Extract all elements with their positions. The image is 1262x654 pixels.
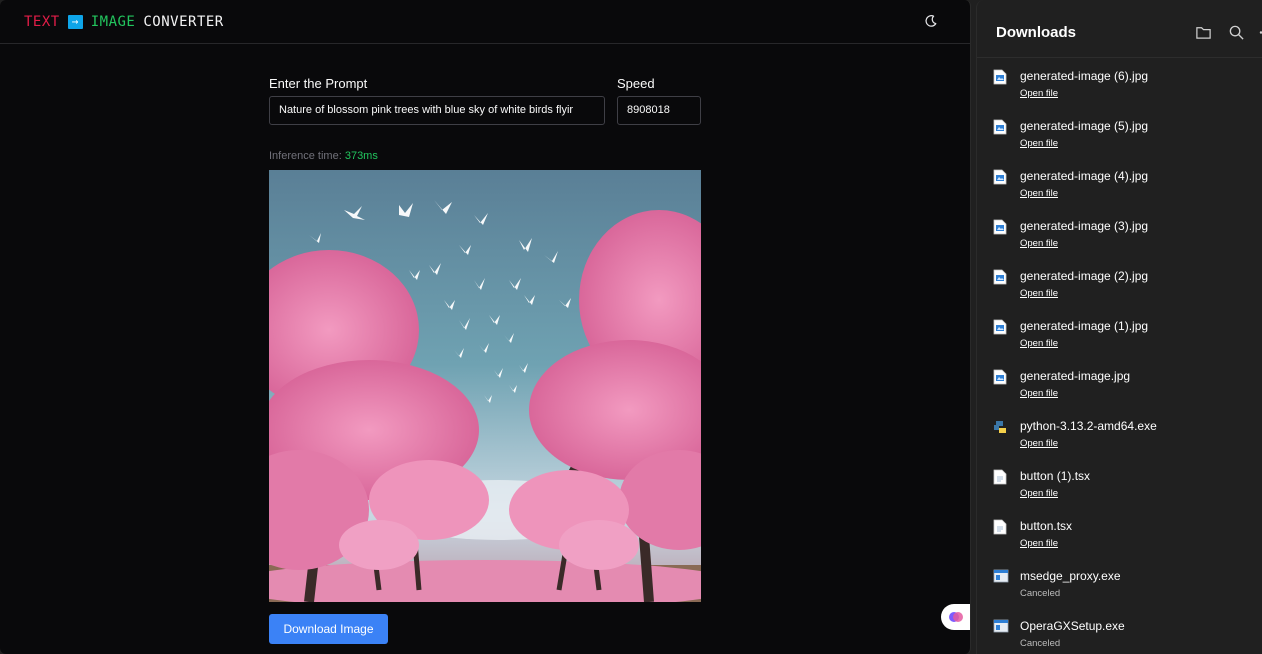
image-file-icon: [993, 269, 1007, 285]
download-item[interactable]: generated-image (1).jpg Open file: [977, 319, 1262, 369]
file-name: msedge_proxy.exe: [1020, 569, 1121, 583]
inference-time: Inference time: 373ms: [269, 150, 378, 162]
download-item[interactable]: generated-image (2).jpg Open file: [977, 269, 1262, 319]
download-item[interactable]: generated-image.jpg Open file: [977, 369, 1262, 419]
folder-icon[interactable]: [1195, 24, 1213, 42]
copilot-button[interactable]: [941, 604, 970, 630]
prompt-input[interactable]: Nature of blossom pink trees with blue s…: [269, 96, 605, 125]
document-file-icon: [993, 519, 1007, 535]
image-file-icon: [993, 119, 1007, 135]
converter-app: TEXT → IMAGE CONVERTER Enter the Prompt …: [0, 0, 971, 654]
open-file-link[interactable]: Open file: [1020, 538, 1058, 549]
moon-icon: [925, 15, 937, 27]
file-name: generated-image (6).jpg: [1020, 69, 1149, 83]
download-item[interactable]: generated-image (3).jpg Open file: [977, 219, 1262, 269]
python-icon: [993, 419, 1007, 435]
more-icon[interactable]: [1258, 24, 1262, 42]
open-file-link[interactable]: Open file: [1020, 338, 1058, 349]
download-item[interactable]: OperaGXSetup.exe Canceled: [977, 619, 1262, 654]
image-file-icon: [993, 319, 1007, 335]
downloads-header: Downloads: [977, 0, 1262, 58]
download-item[interactable]: generated-image (4).jpg Open file: [977, 169, 1262, 219]
download-item[interactable]: button (1).tsx Open file: [977, 469, 1262, 519]
download-item[interactable]: generated-image (6).jpg Open file: [977, 69, 1262, 119]
inference-value: 373ms: [344, 150, 378, 162]
open-file-link[interactable]: Open file: [1020, 238, 1058, 249]
executable-file-icon: [993, 619, 1009, 635]
download-item[interactable]: generated-image (5).jpg Open file: [977, 119, 1262, 169]
speed-label: Speed: [617, 76, 655, 91]
open-file-link[interactable]: Open file: [1020, 488, 1058, 499]
theme-toggle-button[interactable]: [924, 14, 940, 30]
open-file-link[interactable]: Open file: [1020, 438, 1058, 449]
logo-text-part: TEXT: [24, 13, 60, 30]
open-file-link[interactable]: Open file: [1020, 388, 1058, 399]
open-file-link[interactable]: Open file: [1020, 288, 1058, 299]
top-bar: TEXT → IMAGE CONVERTER: [0, 0, 970, 44]
download-item[interactable]: python-3.13.2-amd64.exe Open file: [977, 419, 1262, 469]
file-name: generated-image (4).jpg: [1020, 169, 1149, 183]
download-status: Canceled: [1020, 638, 1061, 649]
file-name: generated-image (1).jpg: [1020, 319, 1149, 333]
generated-image: [269, 170, 701, 602]
logo-arrow-icon: →: [67, 14, 83, 29]
download-status: Canceled: [1020, 588, 1061, 599]
file-name: generated-image.jpg: [1020, 369, 1131, 383]
prompt-label: Enter the Prompt: [269, 76, 368, 91]
search-icon[interactable]: [1228, 24, 1246, 42]
file-name: button.tsx: [1020, 519, 1073, 533]
file-name: generated-image (3).jpg: [1020, 219, 1149, 233]
document-file-icon: [993, 469, 1007, 485]
open-file-link[interactable]: Open file: [1020, 88, 1058, 99]
executable-file-icon: [993, 569, 1009, 585]
downloads-title: Downloads: [996, 24, 1077, 41]
copilot-icon: [949, 612, 963, 622]
image-file-icon: [993, 169, 1007, 185]
download-image-button[interactable]: Download Image: [269, 614, 388, 644]
file-name: OperaGXSetup.exe: [1020, 619, 1125, 633]
file-name: python-3.13.2-amd64.exe: [1020, 419, 1157, 433]
downloads-panel: Downloads generated-image (6).jpg Open fi…: [976, 0, 1262, 654]
file-name: button (1).tsx: [1020, 469, 1091, 483]
image-file-icon: [993, 219, 1007, 235]
open-file-link[interactable]: Open file: [1020, 188, 1058, 199]
speed-input[interactable]: 8908018: [617, 96, 701, 125]
file-name: generated-image (2).jpg: [1020, 269, 1149, 283]
download-item[interactable]: button.tsx Open file: [977, 519, 1262, 569]
image-file-icon: [993, 69, 1007, 85]
download-item[interactable]: msedge_proxy.exe Canceled: [977, 569, 1262, 619]
inference-label: Inference time:: [269, 150, 342, 162]
image-file-icon: [993, 369, 1007, 385]
open-file-link[interactable]: Open file: [1020, 138, 1058, 149]
app-logo: TEXT → IMAGE CONVERTER: [24, 14, 224, 30]
file-name: generated-image (5).jpg: [1020, 119, 1149, 133]
logo-image-part: IMAGE: [90, 13, 136, 30]
logo-converter-part: CONVERTER: [143, 13, 224, 30]
